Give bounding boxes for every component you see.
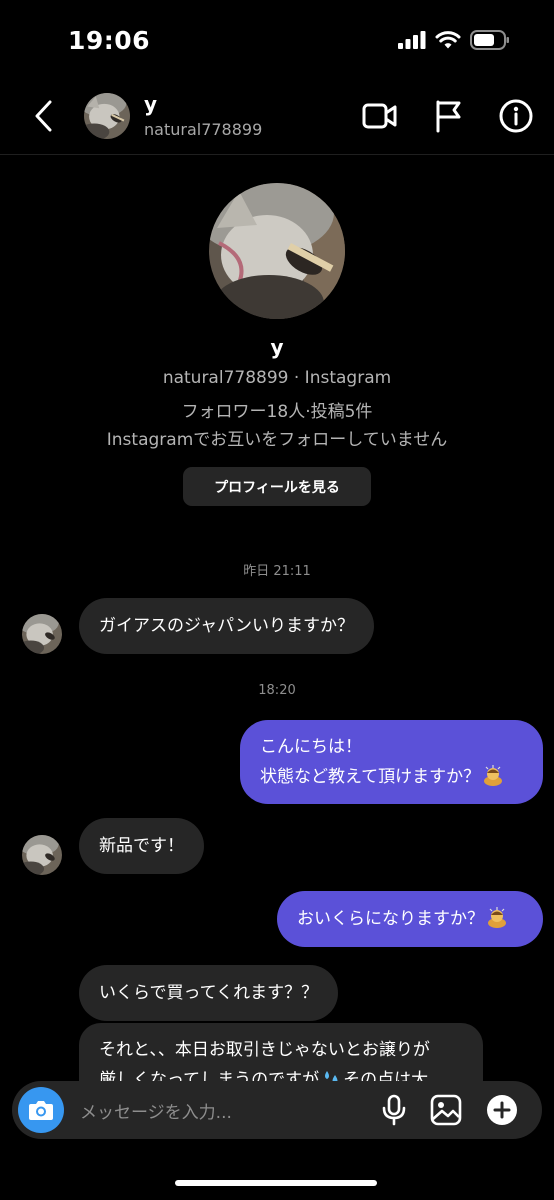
profile-stats-line: フォロワー18人·投稿5件 [181,402,373,422]
camera-button[interactable] [18,1087,64,1133]
message-text: それと、、本日お取引きじゃないとお譲りが [99,1040,430,1060]
message-text: 状態など教えて頂けますか？ [260,767,481,787]
flag-icon [436,100,461,133]
message-bubble-received[interactable]: 新品です！ [79,818,204,874]
info-icon [499,99,533,133]
timestamp: 昨日 21:11 [243,564,311,579]
message-input[interactable]: メッセージを入力... [80,1098,232,1123]
profile-avatar[interactable] [209,183,345,319]
camera-icon [29,1101,53,1120]
home-indicator [175,1180,377,1186]
cellular-signal-icon [398,31,426,49]
message-text: こんにちは！ [260,737,362,757]
profile-username-line: natural778899 · Instagram [162,368,392,388]
sender-avatar[interactable] [22,614,62,654]
status-bar: 19:06 [0,0,554,80]
info-button[interactable] [496,96,536,136]
message-bubble-sent[interactable]: こんにちは！ 状態など教えて頂けますか？ [240,720,543,804]
message-text: おいくらになりますか？ [297,909,484,929]
bowing-person-emoji-icon [484,765,503,786]
cat-avatar-icon [209,183,345,319]
header-avatar[interactable] [84,93,130,139]
header-name[interactable]: y [144,92,157,116]
gallery-button[interactable] [430,1094,462,1126]
message-bubble-received[interactable]: いくらで買ってくれます？？ [79,965,339,1021]
chevron-left-icon [35,100,52,132]
battery-icon [470,30,509,50]
microphone-icon [382,1094,406,1126]
video-call-button[interactable] [360,96,400,136]
message-text-line: 状態など教えて頂けますか？ [260,762,523,792]
profile-name: y [270,335,284,359]
timestamp: 18:20 [258,683,296,698]
status-time: 19:06 [68,26,151,55]
message-composer: メッセージを入力... [12,1081,542,1139]
bowing-person-emoji-icon [488,907,506,928]
plus-circle-icon [487,1095,517,1125]
back-button[interactable] [30,96,60,136]
view-profile-button[interactable]: プロフィールを見る [183,467,371,506]
voice-message-button[interactable] [378,1094,410,1126]
cat-avatar-icon [22,614,62,654]
header-username[interactable]: natural778899 [144,120,262,139]
status-icons [398,30,510,50]
cat-avatar-icon [22,835,62,875]
video-camera-icon [362,103,397,129]
profile-follow-status: Instagramでお互いをフォローしていません [106,430,448,450]
more-options-button[interactable] [486,1094,518,1126]
wifi-icon [435,30,461,48]
cat-avatar-icon [84,93,130,139]
report-button[interactable] [428,96,468,136]
message-bubble-received[interactable]: ガイアスのジャパンいりますか？ [79,598,374,654]
image-gallery-icon [430,1094,462,1126]
chat-header: y natural778899 [0,80,554,155]
sender-avatar[interactable] [22,835,62,875]
message-bubble-sent[interactable]: おいくらになりますか？ [277,891,543,947]
